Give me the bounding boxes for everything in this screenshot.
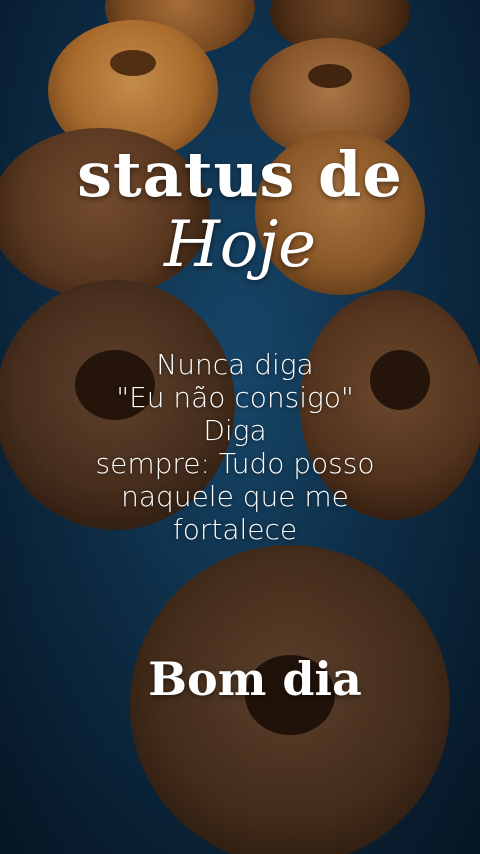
quote-line: Nunca diga: [156, 348, 314, 381]
greeting-text: Bom dia: [148, 652, 362, 706]
quote-line: naquele que me: [121, 480, 349, 513]
script-subtitle: Hoje: [163, 208, 317, 282]
status-image: status de Hoje Nunca diga "Eu não consig…: [0, 0, 480, 854]
quote-line: "Eu não consigo": [116, 381, 354, 414]
quote-line: fortalece: [172, 513, 298, 546]
title-text: status de: [77, 138, 403, 211]
quote-line: Diga: [203, 414, 267, 447]
quote-line: sempre: Tudo posso: [95, 447, 375, 480]
quote-block: Nunca diga "Eu não consigo" Diga sempre:…: [60, 348, 410, 546]
